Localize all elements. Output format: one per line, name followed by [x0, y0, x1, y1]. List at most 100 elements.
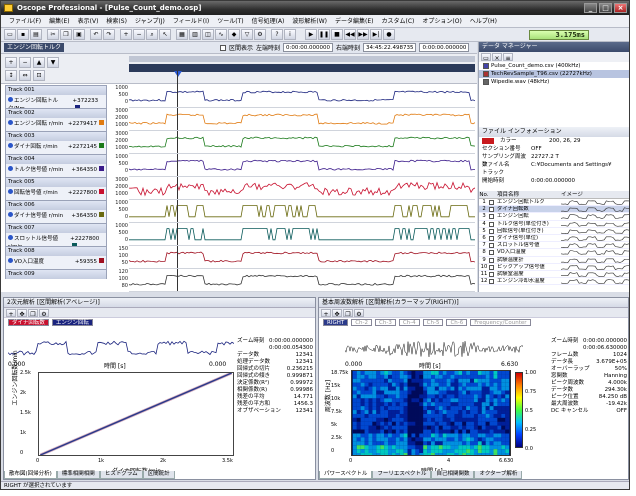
stop-icon[interactable]: ■	[331, 29, 343, 40]
copy-icon[interactable]: ❐	[60, 29, 72, 40]
track-remove-icon[interactable]: −	[19, 57, 31, 68]
scale-icon[interactable]: ⇔	[19, 70, 31, 81]
item-row[interactable]: 4 トルク信号(単位付き)	[479, 221, 629, 228]
dm-close-icon[interactable]: ×	[492, 53, 502, 62]
chip-engine[interactable]: エンジン回転	[51, 319, 93, 326]
chart-icon[interactable]: ◫	[202, 29, 214, 40]
track-card[interactable]: Track 009	[5, 269, 107, 279]
item-row[interactable]: 1 エンジン回転トルク	[479, 199, 629, 207]
channel-chip[interactable]: Ch-3	[375, 319, 396, 326]
audio-waveform-mini[interactable]	[345, 338, 523, 360]
track-color-swatch[interactable]	[99, 189, 104, 194]
item-row[interactable]: 2 ダイナ回転数	[479, 206, 629, 214]
channel-chip[interactable]: Ch-6	[446, 319, 468, 326]
track-visible-icon[interactable]	[8, 189, 13, 194]
rp-pan-icon[interactable]: ✥	[332, 308, 342, 318]
track-color-swatch[interactable]	[99, 120, 104, 125]
range-checkbox[interactable]	[220, 44, 227, 51]
zoom-in-icon[interactable]: +	[120, 29, 132, 40]
redo-icon[interactable]: ↷	[103, 29, 115, 40]
menu-item[interactable]: 編集(E)	[45, 15, 73, 28]
lp-zoom-icon[interactable]: +	[6, 308, 16, 318]
info-icon[interactable]: i	[284, 29, 296, 40]
paste-icon[interactable]: ▣	[73, 29, 85, 40]
dm-open-icon[interactable]: ▭	[481, 53, 491, 62]
left-time-input[interactable]: 0:00:00.000000	[283, 43, 333, 52]
table-icon[interactable]: ▥	[189, 29, 201, 40]
item-row[interactable]: 3 エンジン回転	[479, 213, 629, 221]
panel-tab[interactable]: 区間統計	[142, 471, 175, 479]
minimize-button[interactable]: _	[584, 3, 597, 13]
cursor-marker-icon[interactable]	[174, 71, 182, 77]
rewind-icon[interactable]: ◀◀	[344, 29, 356, 40]
time-overview-mini[interactable]	[8, 338, 234, 360]
track-card[interactable]: Track 006 ダイナ信号値 r/min +364350	[5, 200, 107, 224]
skip-end-icon[interactable]: ▶|	[370, 29, 382, 40]
track-color-swatch[interactable]	[99, 166, 104, 171]
save-icon[interactable]: ▪	[17, 29, 29, 40]
track-color-swatch[interactable]	[99, 143, 104, 148]
play-icon[interactable]: ▶	[305, 29, 317, 40]
menu-item[interactable]: ヘルプ(H)	[466, 15, 501, 28]
time-cursor[interactable]	[177, 71, 178, 292]
channel-chip[interactable]: Frequency/Counter	[470, 319, 531, 326]
track-visible-icon[interactable]	[8, 258, 13, 263]
track-visible-icon[interactable]	[8, 166, 13, 171]
settings-icon[interactable]: ⚙	[254, 29, 266, 40]
search-icon[interactable]: ⌕	[146, 29, 158, 40]
file-color-swatch[interactable]	[482, 138, 494, 144]
waveform-plot[interactable]	[129, 84, 475, 292]
track-card[interactable]: Track 001 エンジン回転トルク/Nm+372233	[5, 85, 107, 112]
track-visible-icon[interactable]	[8, 120, 13, 125]
track-card[interactable]: Track 002 エンジン回転 r/min +2279417	[5, 108, 107, 132]
menu-item[interactable]: フィールド(I)	[169, 15, 213, 28]
grid-icon[interactable]: ▦	[176, 29, 188, 40]
item-row[interactable]: 9 試験温度計	[479, 257, 629, 264]
scatter-plot[interactable]	[38, 372, 234, 456]
track-card[interactable]: Track 008 VO入口温度 +59355	[5, 246, 107, 270]
track-color-swatch[interactable]	[99, 258, 104, 263]
rp-zoom-icon[interactable]: +	[321, 308, 331, 318]
menu-item[interactable]: 検索(S)	[102, 15, 131, 28]
menu-item[interactable]: オプション(O)	[418, 15, 465, 28]
panel-tab[interactable]: ヒストグラム	[99, 471, 143, 479]
menu-item[interactable]: カスタム(C)	[378, 15, 419, 28]
lp-pan-icon[interactable]: ✥	[17, 308, 27, 318]
forward-icon[interactable]: ▶▶	[357, 29, 369, 40]
chip-dyna[interactable]: ダイナ回転数	[8, 319, 49, 326]
panel-tab[interactable]: オクターブ解析	[474, 471, 523, 479]
undo-icon[interactable]: ↶	[90, 29, 102, 40]
channel-chip[interactable]: Ch-5	[422, 319, 444, 326]
item-row[interactable]: 12 エンジン冷却水温度	[479, 278, 629, 286]
item-row[interactable]: 10 ピックアップ信号値	[479, 264, 629, 271]
panel-tab[interactable]: パワースペクトル	[319, 471, 373, 479]
panel-tab[interactable]: 散布図(回帰分析)	[4, 471, 57, 479]
filter-icon[interactable]: ▽	[241, 29, 253, 40]
item-row[interactable]: 8 VO入口温度	[479, 249, 629, 257]
channel-chip[interactable]: Ch-4	[398, 319, 420, 326]
menu-item[interactable]: 表示(V)	[74, 15, 103, 28]
zoom-out-icon[interactable]: −	[133, 29, 145, 40]
menu-item[interactable]: ジャンプ(J)	[131, 15, 169, 28]
menu-item[interactable]: ツール(T)	[213, 15, 247, 28]
item-row[interactable]: 11 試験室温度	[479, 271, 629, 279]
track-visible-icon[interactable]	[8, 212, 13, 217]
channel-chip[interactable]: Ch-2	[351, 319, 373, 326]
channel-chip[interactable]: RIGHT	[323, 319, 349, 326]
record-icon[interactable]: ●	[383, 29, 395, 40]
track-visible-icon[interactable]	[8, 143, 13, 148]
track-card[interactable]: Track 005 回転信号値 r/min +2227800	[5, 177, 107, 201]
track-down-icon[interactable]: ▼	[47, 57, 59, 68]
panel-tab[interactable]: 標準相関相関	[56, 471, 100, 479]
position-input[interactable]: 0:00:00.000000	[419, 43, 470, 52]
menu-item[interactable]: 信号処理(A)	[248, 15, 289, 28]
lp-settings-icon[interactable]: ⚙	[39, 308, 49, 318]
track-add-icon[interactable]: +	[5, 57, 17, 68]
print-icon[interactable]: ▤	[30, 29, 42, 40]
data-file-item[interactable]: TechRevSample_T96.csv (22727kHz)	[479, 70, 629, 78]
track-visible-icon[interactable]	[8, 97, 13, 102]
track-card[interactable]: Track 007 スロットル信号値 r/min+2227800	[5, 223, 107, 250]
item-row[interactable]: 6 ダイナ信号(単位)	[479, 235, 629, 243]
overview-bar[interactable]	[129, 56, 475, 62]
marker-icon[interactable]: ◆	[228, 29, 240, 40]
